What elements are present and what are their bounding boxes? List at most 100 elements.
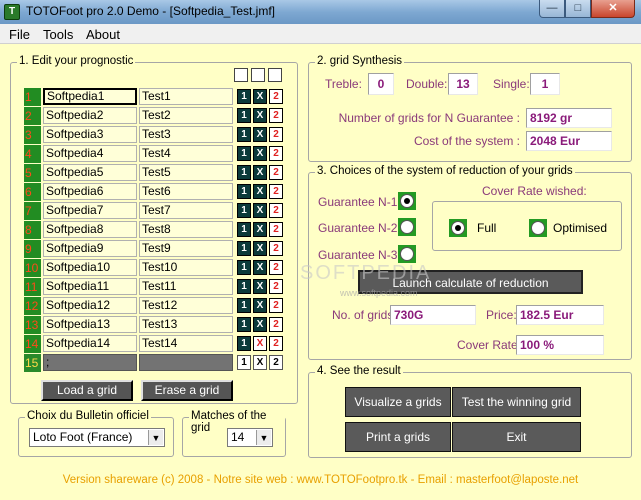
home-team-input[interactable]: Softpedia7 xyxy=(43,202,137,219)
home-team-input[interactable]: Softpedia12 xyxy=(43,297,137,314)
bet-2-toggle[interactable]: 2 xyxy=(269,279,283,294)
bet-2-toggle[interactable]: 2 xyxy=(269,127,283,142)
home-team-input[interactable]: Softpedia14 xyxy=(43,335,137,352)
away-team-input[interactable] xyxy=(139,354,233,371)
bet-2-toggle[interactable]: 2 xyxy=(269,165,283,180)
away-team-input[interactable]: Test12 xyxy=(139,297,233,314)
home-team-input[interactable]: Softpedia1 xyxy=(43,88,137,105)
guarantee-n2-radio[interactable] xyxy=(398,218,416,236)
away-team-input[interactable]: Test7 xyxy=(139,202,233,219)
bet-2-toggle[interactable]: 2 xyxy=(269,336,283,351)
guarantee-n1-radio[interactable] xyxy=(398,192,416,210)
close-button[interactable]: ✕ xyxy=(591,0,635,18)
optimised-radio[interactable] xyxy=(529,219,547,237)
bet-1-toggle[interactable]: 1 xyxy=(237,146,251,161)
bet-1-toggle[interactable]: 1 xyxy=(237,184,251,199)
away-team-input[interactable]: Test6 xyxy=(139,183,233,200)
home-team-input[interactable]: Softpedia4 xyxy=(43,145,137,162)
bet-2-toggle[interactable]: 2 xyxy=(269,203,283,218)
bet-1-toggle[interactable]: 1 xyxy=(237,165,251,180)
full-radio[interactable] xyxy=(449,219,467,237)
menu-file[interactable]: File xyxy=(9,27,30,42)
away-team-input[interactable]: Test10 xyxy=(139,259,233,276)
bet-2-toggle[interactable]: 2 xyxy=(269,241,283,256)
guarantee-n3-radio[interactable] xyxy=(398,245,416,263)
bet-x-toggle[interactable]: X xyxy=(253,241,267,256)
bet-x-toggle[interactable]: X xyxy=(253,355,267,370)
home-team-input[interactable]: Softpedia13 xyxy=(43,316,137,333)
away-team-input[interactable]: Test14 xyxy=(139,335,233,352)
column-1-checkbox[interactable] xyxy=(234,68,248,82)
bet-2-toggle[interactable]: 2 xyxy=(269,108,283,123)
bet-1-toggle[interactable]: 1 xyxy=(237,336,251,351)
home-team-input[interactable]: Softpedia3 xyxy=(43,126,137,143)
bet-2-toggle[interactable]: 2 xyxy=(269,298,283,313)
bet-x-toggle[interactable]: X xyxy=(253,89,267,104)
chevron-down-icon: ▼ xyxy=(148,430,163,445)
column-2-checkbox[interactable] xyxy=(268,68,282,82)
away-team-input[interactable]: Test9 xyxy=(139,240,233,257)
test-winning-grid-button[interactable]: Test the winning grid xyxy=(452,387,581,417)
bet-1-toggle[interactable]: 1 xyxy=(237,222,251,237)
bet-x-toggle[interactable]: X xyxy=(253,108,267,123)
bet-1-toggle[interactable]: 1 xyxy=(237,108,251,123)
bet-x-toggle[interactable]: X xyxy=(253,336,267,351)
home-team-input[interactable]: Softpedia9 xyxy=(43,240,137,257)
maximize-button[interactable]: □ xyxy=(565,0,591,18)
bet-1-toggle[interactable]: 1 xyxy=(237,279,251,294)
away-team-input[interactable]: Test5 xyxy=(139,164,233,181)
bet-2-toggle[interactable]: 2 xyxy=(269,146,283,161)
bet-2-toggle[interactable]: 2 xyxy=(269,222,283,237)
column-x-checkbox[interactable] xyxy=(251,68,265,82)
bet-2-toggle[interactable]: 2 xyxy=(269,260,283,275)
away-team-input[interactable]: Test1 xyxy=(139,88,233,105)
home-team-input[interactable]: Softpedia10 xyxy=(43,259,137,276)
bet-2-toggle[interactable]: 2 xyxy=(269,355,283,370)
matches-select[interactable]: 14 ▼ xyxy=(227,428,273,447)
bet-1-toggle[interactable]: 1 xyxy=(237,203,251,218)
bet-x-toggle[interactable]: X xyxy=(253,165,267,180)
home-team-input[interactable]: Softpedia5 xyxy=(43,164,137,181)
erase-grid-button[interactable]: Erase a grid xyxy=(141,380,233,401)
away-team-input[interactable]: Test13 xyxy=(139,316,233,333)
bet-x-toggle[interactable]: X xyxy=(253,260,267,275)
bet-1-toggle[interactable]: 1 xyxy=(237,355,251,370)
bet-2-toggle[interactable]: 2 xyxy=(269,89,283,104)
bet-x-toggle[interactable]: X xyxy=(253,146,267,161)
away-team-input[interactable]: Test11 xyxy=(139,278,233,295)
home-team-input[interactable]: ; xyxy=(43,354,137,371)
bet-x-toggle[interactable]: X xyxy=(253,127,267,142)
home-team-input[interactable]: Softpedia6 xyxy=(43,183,137,200)
print-grids-button[interactable]: Print a grids xyxy=(345,422,451,452)
bet-2-toggle[interactable]: 2 xyxy=(269,184,283,199)
away-team-input[interactable]: Test2 xyxy=(139,107,233,124)
home-team-input[interactable]: Softpedia2 xyxy=(43,107,137,124)
visualize-grids-button[interactable]: Visualize a grids xyxy=(345,387,451,417)
bet-1-toggle[interactable]: 1 xyxy=(237,89,251,104)
away-team-input[interactable]: Test4 xyxy=(139,145,233,162)
bet-x-toggle[interactable]: X xyxy=(253,317,267,332)
bet-x-toggle[interactable]: X xyxy=(253,298,267,313)
away-team-input[interactable]: Test8 xyxy=(139,221,233,238)
bet-x-toggle[interactable]: X xyxy=(253,184,267,199)
bet-1-toggle[interactable]: 1 xyxy=(237,127,251,142)
bet-x-toggle[interactable]: X xyxy=(253,203,267,218)
bet-x-toggle[interactable]: X xyxy=(253,279,267,294)
home-team-input[interactable]: Softpedia8 xyxy=(43,221,137,238)
bet-2-toggle[interactable]: 2 xyxy=(269,317,283,332)
bet-1-toggle[interactable]: 1 xyxy=(237,260,251,275)
home-team-input[interactable]: Softpedia11 xyxy=(43,278,137,295)
bet-1-toggle[interactable]: 1 xyxy=(237,298,251,313)
away-team-input[interactable]: Test3 xyxy=(139,126,233,143)
menu-tools[interactable]: Tools xyxy=(43,27,73,42)
bulletin-select[interactable]: Loto Foot (France) ▼ xyxy=(29,428,165,447)
minimize-button[interactable]: — xyxy=(539,0,565,18)
title-bar[interactable]: T TOTOFoot pro 2.0 Demo - [Softpedia_Tes… xyxy=(0,0,641,24)
menu-bar: File Tools About xyxy=(0,24,641,44)
bet-1-toggle[interactable]: 1 xyxy=(237,241,251,256)
exit-button[interactable]: Exit xyxy=(452,422,581,452)
menu-about[interactable]: About xyxy=(86,27,120,42)
bet-1-toggle[interactable]: 1 xyxy=(237,317,251,332)
bet-x-toggle[interactable]: X xyxy=(253,222,267,237)
load-grid-button[interactable]: Load a grid xyxy=(41,380,133,401)
